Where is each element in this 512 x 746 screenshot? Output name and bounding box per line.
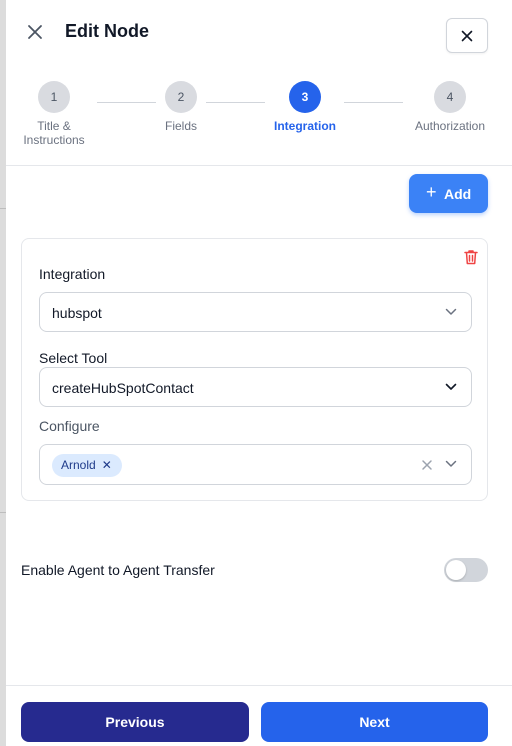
step-number: 4 [434,81,466,113]
step-authorization[interactable]: 4 Authorization [408,81,492,133]
stepper: 1 Title & Instructions 2 Fields 3 Integr… [6,64,512,166]
toggle-knob [446,560,466,580]
close-icon [461,30,473,42]
add-button-label: Add [444,186,472,202]
step-integration[interactable]: 3 Integration [265,81,345,133]
remove-chip-icon[interactable]: ✕ [102,458,112,472]
chevron-down-icon [445,383,457,390]
page-title: Edit Node [65,21,149,41]
agent-transfer-toggle[interactable] [444,558,488,582]
configure-multiselect[interactable]: Arnold ✕ [39,444,472,485]
trash-icon[interactable] [462,248,480,266]
step-title-instructions[interactable]: 1 Title & Instructions [14,81,94,147]
plus-icon: + [426,182,437,202]
close-button[interactable] [446,18,488,53]
chip-label: Arnold [61,458,96,472]
step-number: 3 [289,81,321,113]
next-button[interactable]: Next [261,702,488,742]
close-icon[interactable] [24,21,46,43]
panel-header: Edit Node [6,0,512,64]
step-label: Integration [274,119,336,133]
integration-value: hubspot [52,305,102,321]
step-label: Authorization [414,119,486,133]
add-integration-button[interactable]: + Add [409,174,488,213]
clear-icon[interactable] [421,459,433,471]
tool-value: createHubSpotContact [52,380,194,396]
select-tool-label: Select Tool [39,350,108,366]
step-label: Fields [164,119,197,133]
step-number: 1 [38,81,70,113]
chevron-down-icon [445,460,457,467]
integration-card: Integration hubspot Select Tool createHu… [21,238,488,501]
step-fields[interactable]: 2 Fields [146,81,216,133]
panel-footer: Previous Next [6,685,512,746]
step-label: Title & Instructions [23,119,85,147]
step-connector [344,102,403,103]
edit-node-panel: Edit Node 1 Title & Instructions 2 Field… [6,0,512,746]
integration-label: Integration [39,266,106,282]
tool-select[interactable]: createHubSpotContact [39,367,472,407]
agent-transfer-label: Enable Agent to Agent Transfer [21,562,215,578]
configure-chip: Arnold ✕ [52,454,122,477]
step-number: 2 [165,81,197,113]
configure-label: Configure [39,418,100,434]
integration-select[interactable]: hubspot [39,292,472,332]
chevron-down-icon [445,308,457,315]
previous-button[interactable]: Previous [21,702,249,742]
